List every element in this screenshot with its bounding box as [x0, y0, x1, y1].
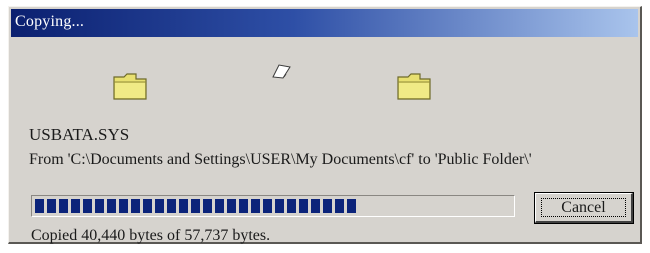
source-folder-icon	[112, 71, 148, 101]
cancel-button-label: Cancel	[541, 198, 626, 217]
progress-fill	[35, 199, 356, 213]
current-file-name: USBATA.SYS	[29, 125, 130, 144]
copy-source-destination: From 'C:\Documents and Settings\USER\My …	[29, 151, 532, 168]
flying-paper-icon	[270, 62, 292, 80]
copy-progress-bar	[31, 195, 515, 217]
cancel-button[interactable]: Cancel	[534, 192, 634, 224]
title-bar[interactable]: Copying...	[11, 9, 638, 37]
window-title: Copying...	[15, 13, 85, 30]
destination-folder-icon	[396, 71, 432, 101]
copy-progress-dialog: Copying... USBATA.SYS From 'C:\Documents…	[8, 6, 642, 244]
bytes-copied-status: Copied 40,440 bytes of 57,737 bytes.	[31, 227, 271, 244]
